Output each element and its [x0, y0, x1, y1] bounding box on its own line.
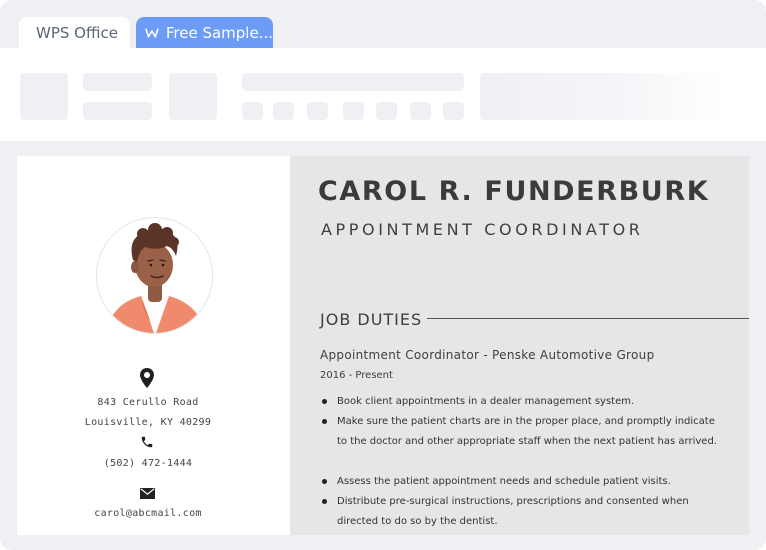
tab-free-sample[interactable]: Free Sample... [136, 17, 273, 48]
duty-text: Assess the patient appointment needs and… [337, 476, 671, 487]
toolbar-placeholder-button [410, 102, 431, 120]
toolbar-placeholder-fade [480, 73, 726, 120]
bullet [322, 419, 327, 424]
person-illustration [105, 223, 207, 333]
wps-w-logo-icon [145, 27, 159, 38]
map-pin-icon [140, 368, 154, 388]
section-divider [427, 318, 749, 319]
resume-document[interactable]: 843 Cerullo Road Louisville, KY 40299 (5… [17, 156, 749, 535]
toolbar-placeholder-button [273, 102, 294, 120]
toolbar-placeholder-block [169, 73, 217, 120]
resume-job-title: APPOINTMENT COORDINATOR [321, 220, 644, 239]
duty-text: Book client appointments in a dealer man… [337, 396, 635, 407]
app-window: WPS Office Free Sample... 843 Cerullo Ro… [0, 0, 766, 550]
resume-main: CAROL R. FUNDERBURK APPOINTMENT COORDINA… [290, 156, 749, 535]
toolbar-placeholder-bar [83, 102, 152, 120]
tab-wps-office[interactable]: WPS Office [19, 17, 130, 48]
resume-name: CAROL R. FUNDERBURK [318, 176, 710, 207]
avatar [96, 217, 213, 334]
toolbar-placeholder-button [242, 102, 263, 120]
section-heading-job-duties: JOB DUTIES [320, 310, 423, 329]
toolbar-placeholder-block [20, 73, 68, 120]
toolbar-placeholder-button [307, 102, 328, 120]
bullet [322, 479, 327, 484]
tab-label: Free Sample... [165, 23, 273, 42]
position-title: Appointment Coordinator - Penske Automot… [320, 348, 655, 362]
toolbar-placeholder-bar [242, 73, 464, 91]
position-dates: 2016 - Present [320, 370, 393, 381]
tab-label: WPS Office [36, 23, 118, 42]
toolbar-placeholder-button [443, 102, 464, 120]
toolbar [0, 48, 766, 141]
duty-text: Distribute pre-surgical instructions, pr… [337, 496, 689, 527]
bullet [322, 499, 327, 504]
toolbar-placeholder-bar [83, 73, 152, 91]
duty-text: Make sure the patient charts are in the … [337, 416, 717, 447]
envelope-icon [140, 488, 155, 499]
phone-icon [141, 436, 153, 448]
contact-address-line1: 843 Cerullo Road [97, 397, 199, 408]
toolbar-placeholder-button [343, 102, 364, 120]
contact-address-line2: Louisville, KY 40299 [84, 417, 212, 428]
bullet [322, 399, 327, 404]
contact-phone: (502) 472-1444 [103, 458, 193, 469]
resume-sidebar: 843 Cerullo Road Louisville, KY 40299 (5… [17, 156, 290, 535]
toolbar-placeholder-button [376, 102, 397, 120]
contact-email: carol@abcmail.com [94, 508, 202, 519]
